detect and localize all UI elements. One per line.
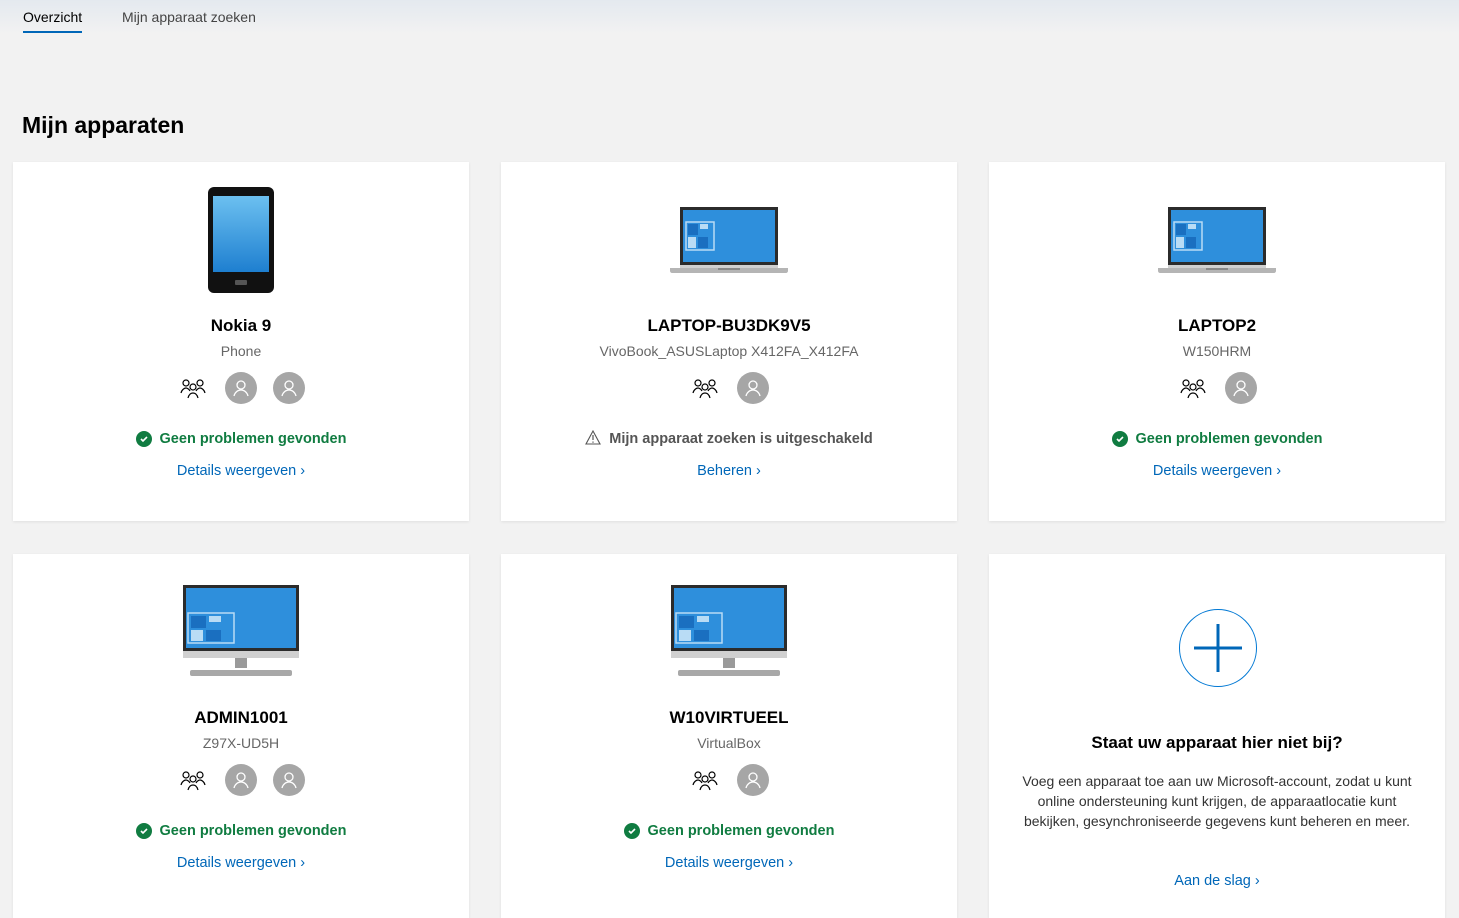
status-text: Mijn apparaat zoeken is uitgeschakeld <box>609 431 873 447</box>
status-text: Geen problemen gevonden <box>159 823 347 839</box>
user-avatar-icon[interactable] <box>737 372 769 404</box>
family-group-icon <box>689 764 721 796</box>
family-group-icon <box>177 372 209 404</box>
device-users <box>989 372 1445 404</box>
add-device-card: Staat uw apparaat hier niet bij? Voeg ee… <box>989 554 1445 918</box>
checkmark-icon <box>135 823 152 839</box>
user-avatar-icon[interactable] <box>273 372 305 404</box>
device-status: Geen problemen gevonden <box>501 821 957 841</box>
user-avatar-icon[interactable] <box>225 372 257 404</box>
family-group-icon <box>1177 372 1209 404</box>
tab-mijn-apparaat-zoeken[interactable]: Mijn apparaat zoeken <box>122 9 256 25</box>
checkmark-icon <box>1111 431 1128 447</box>
status-text: Geen problemen gevonden <box>1135 431 1323 447</box>
device-card: W10VIRTUEEL VirtualBox Geen problemen ge… <box>501 554 957 918</box>
user-avatar-icon[interactable] <box>1225 372 1257 404</box>
desktop-icon <box>183 585 299 676</box>
get-started-link[interactable]: Aan de slag › <box>989 872 1445 890</box>
laptop-icon <box>670 207 788 273</box>
device-model: W150HRM <box>1182 343 1252 359</box>
add-device-button[interactable] <box>1179 609 1257 687</box>
device-users <box>13 372 469 404</box>
top-navigation: Overzicht Mijn apparaat zoeken <box>0 0 1459 34</box>
tab-overzicht[interactable]: Overzicht <box>23 9 83 33</box>
plus-icon <box>1194 624 1242 672</box>
details-link[interactable]: Details weergeven › <box>989 462 1445 480</box>
device-name: LAPTOP-BU3DK9V5 <box>647 316 811 335</box>
device-card: LAPTOP-BU3DK9V5 VivoBook_ASUSLaptop X412… <box>501 162 957 521</box>
device-name: ADMIN1001 <box>194 708 288 727</box>
add-device-title: Staat uw apparaat hier niet bij? <box>1091 733 1343 752</box>
manage-link[interactable]: Beheren › <box>501 462 957 480</box>
family-group-icon <box>689 372 721 404</box>
checkmark-icon <box>135 431 152 447</box>
user-avatar-icon[interactable] <box>737 764 769 796</box>
device-model: Z97X-UD5H <box>202 735 280 751</box>
details-link[interactable]: Details weergeven › <box>13 854 469 872</box>
device-card: ADMIN1001 Z97X-UD5H Geen problemen gevon… <box>13 554 469 918</box>
device-users <box>501 372 957 404</box>
device-users <box>13 764 469 796</box>
chevron-right-icon: › <box>300 855 306 871</box>
device-name: Nokia 9 <box>210 316 272 335</box>
device-status: Geen problemen gevonden <box>13 429 469 449</box>
device-model: Phone <box>220 343 262 359</box>
device-users <box>501 764 957 796</box>
device-status: Mijn apparaat zoeken is uitgeschakeld <box>501 429 957 449</box>
chevron-right-icon: › <box>788 855 794 871</box>
device-model: VivoBook_ASUSLaptop X412FA_X412FA <box>599 343 859 359</box>
device-status: Geen problemen gevonden <box>13 821 469 841</box>
device-card: LAPTOP2 W150HRM Geen problemen gevonden … <box>989 162 1445 521</box>
user-avatar-icon[interactable] <box>225 764 257 796</box>
chevron-right-icon: › <box>1254 873 1260 889</box>
details-link[interactable]: Details weergeven › <box>501 854 957 872</box>
status-text: Geen problemen gevonden <box>647 823 835 839</box>
phone-icon <box>208 187 274 293</box>
page-title: Mijn apparaten <box>22 112 185 138</box>
device-card: Nokia 9 Phone Geen problemen gevonden De… <box>13 162 469 521</box>
device-status: Geen problemen gevonden <box>989 429 1445 449</box>
device-name: W10VIRTUEEL <box>669 708 789 727</box>
chevron-right-icon: › <box>755 463 761 479</box>
family-group-icon <box>177 764 209 796</box>
chevron-right-icon: › <box>300 463 306 479</box>
details-link[interactable]: Details weergeven › <box>13 462 469 480</box>
status-text: Geen problemen gevonden <box>159 431 347 447</box>
add-device-description: Voeg een apparaat toe aan uw Microsoft-a… <box>1022 773 1412 829</box>
user-avatar-icon[interactable] <box>273 764 305 796</box>
desktop-icon <box>671 585 787 676</box>
device-model: VirtualBox <box>697 735 761 751</box>
device-name: LAPTOP2 <box>1177 316 1257 335</box>
warning-icon <box>585 429 602 449</box>
chevron-right-icon: › <box>1276 463 1282 479</box>
checkmark-icon <box>623 823 640 839</box>
laptop-icon <box>1158 207 1276 273</box>
